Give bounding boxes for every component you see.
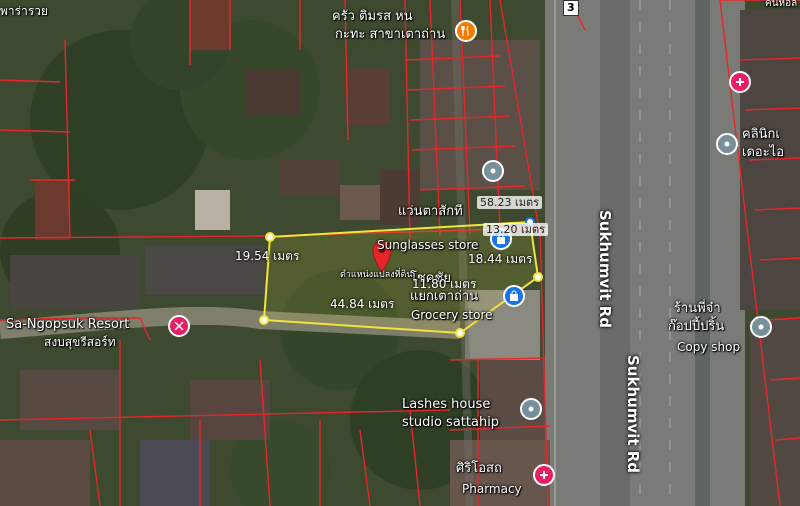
vertex-handle[interactable] (455, 328, 465, 338)
clinic-name-2[interactable]: เดอะไอ (742, 146, 784, 160)
grocery-store-category: Grocery store (411, 308, 493, 322)
location-pin-icon[interactable] (520, 398, 542, 420)
restaurant-name[interactable]: ครัว ติมรส หน (332, 10, 413, 24)
sunglasses-store-name[interactable]: แว่นตาสักที (398, 205, 463, 219)
highway (545, 0, 745, 506)
clinic-name[interactable]: คลินิกเ (742, 128, 780, 142)
measurement-bottom-right: 11.80 เมตร (412, 277, 477, 291)
shopping-bag-icon[interactable] (503, 285, 525, 307)
restaurant-branch[interactable]: กะทะ สาขาเตาถ่าน (335, 28, 445, 42)
place-label: คนห่อล (765, 0, 798, 9)
spa-icon[interactable] (168, 315, 190, 337)
copy-shop-category: Copy shop (677, 340, 741, 354)
vertex-handle[interactable] (265, 232, 275, 242)
measurement-left: 19.54 เมตร (235, 249, 300, 263)
vertex-handle[interactable] (533, 272, 543, 282)
measurement-top-right: 58.23 เมตร (477, 196, 543, 209)
pharmacy-icon[interactable] (729, 71, 751, 93)
location-pin-icon[interactable] (716, 133, 738, 155)
grocery-store-name[interactable]: แยกเตาถ่าน (410, 290, 478, 304)
store-icon[interactable] (750, 316, 772, 338)
measurement-bottom: 44.84 เมตร (330, 297, 395, 311)
route-shield: 3 (563, 0, 579, 16)
pharmacy-icon[interactable] (533, 464, 555, 486)
measurement-top-small: 13.20 เมตร (483, 223, 549, 236)
pharmacy-category: Pharmacy (462, 482, 522, 496)
pharmacy-name[interactable]: ศิริโอสถ (456, 462, 502, 476)
marker-label: ตำแหน่งแปลงที่ดิน (340, 270, 413, 280)
sunglasses-store-category: Sunglasses store (377, 238, 479, 252)
vertex-handle[interactable] (259, 315, 269, 325)
copy-shop-name-2[interactable]: ก๊อปปี้ปริ้น (668, 320, 724, 334)
road-label: Sukhumvit Rd (596, 210, 614, 329)
lashes-shop-name-2[interactable]: studio sattahip (402, 416, 499, 430)
measurement-right: 18.44 เมตร (468, 252, 533, 266)
place-label: พาร่ารวย (0, 4, 49, 18)
copy-shop-name[interactable]: ร้านพี่จ๋า (674, 302, 721, 316)
satellite-map[interactable] (0, 0, 800, 506)
fork-knife-icon[interactable] (455, 20, 477, 42)
lashes-shop-name[interactable]: Lashes house (402, 398, 490, 412)
road-label-2: Sukhumvit Rd (624, 355, 642, 474)
location-pin-icon[interactable] (482, 160, 504, 182)
resort-name[interactable]: Sa-Ngopsuk Resort (6, 318, 129, 332)
resort-name-thai: สงบสุขรีสอร์ท (44, 335, 116, 349)
